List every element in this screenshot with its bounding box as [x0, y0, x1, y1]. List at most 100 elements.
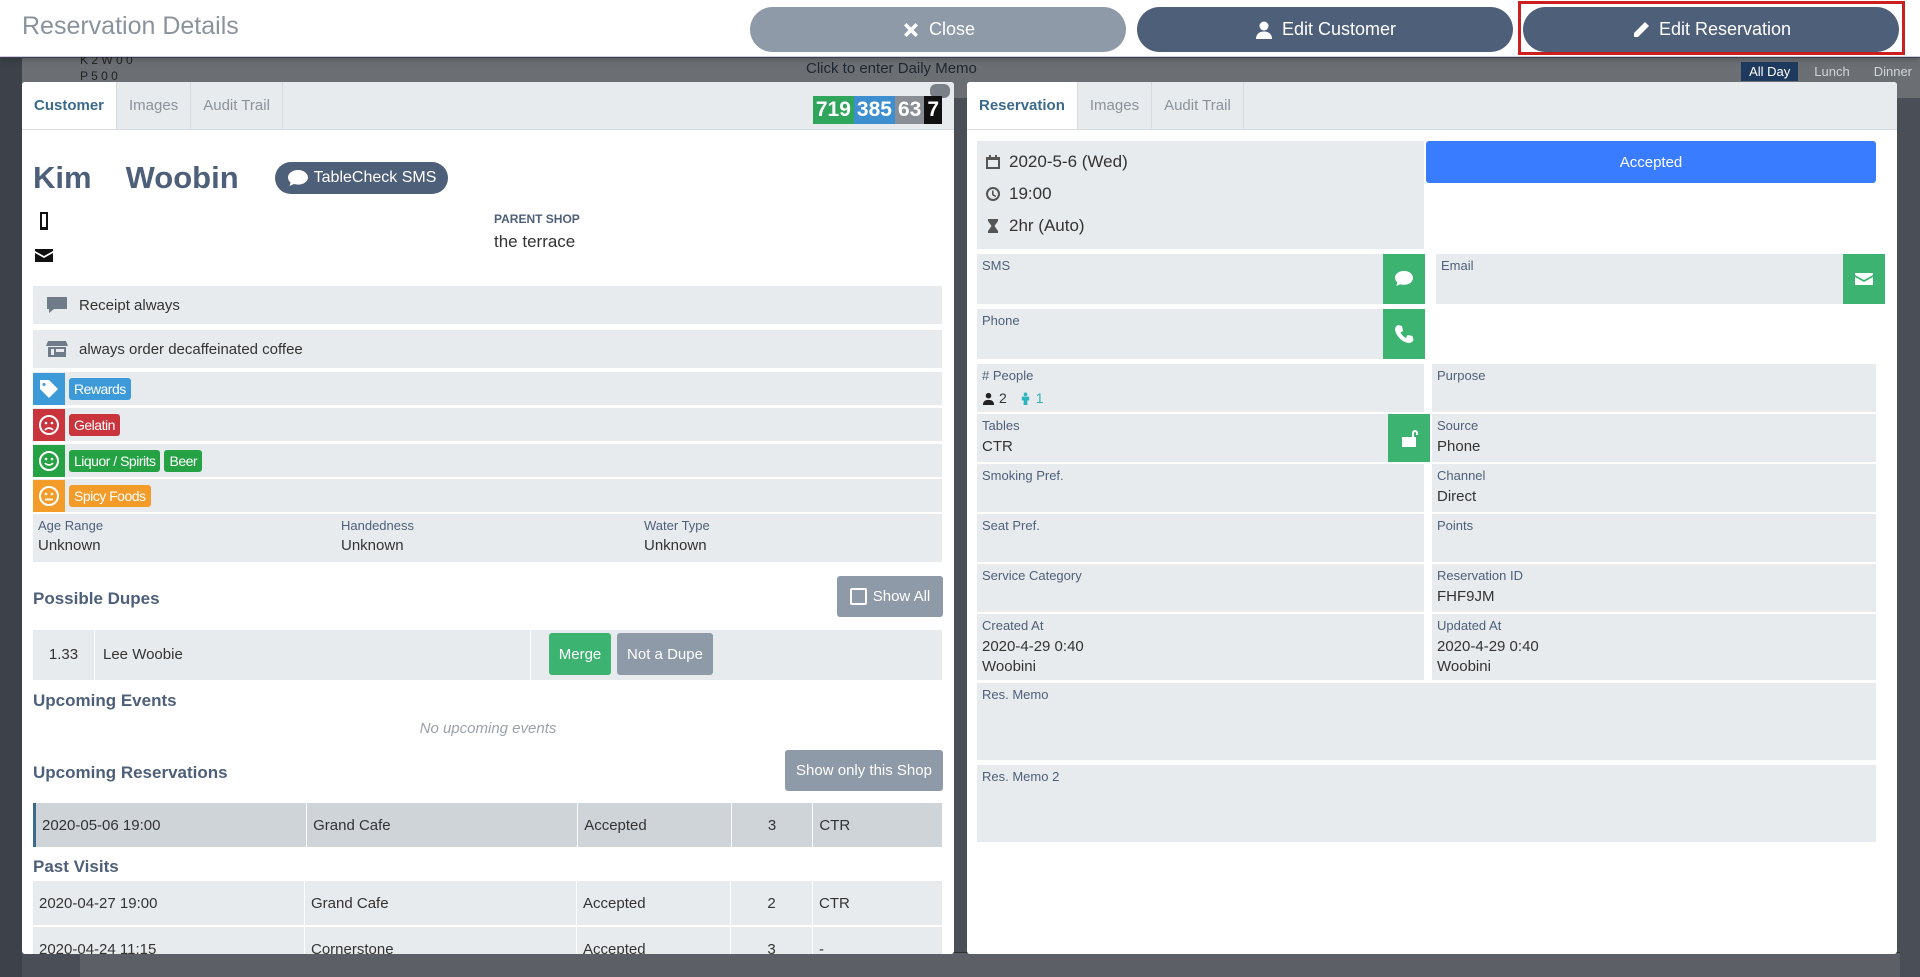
tab-customer-images[interactable]: Images [117, 82, 192, 129]
channel-field[interactable]: Channel Direct [1432, 464, 1876, 512]
reservation-id-field: Reservation ID FHF9JM [1432, 564, 1876, 612]
daily-memo-link[interactable]: Click to enter Daily Memo [806, 60, 977, 77]
merge-button[interactable]: Merge [549, 633, 611, 675]
lunch-button[interactable]: Lunch [1806, 62, 1857, 81]
dupe-row: 1.33 Lee Woobie Merge Not a Dupe [33, 630, 942, 680]
res-memo-2-field[interactable]: Res. Memo 2 [977, 765, 1876, 842]
tables-field[interactable]: Tables CTR [977, 414, 1424, 462]
comment-icon [45, 296, 69, 314]
seat-pref-field[interactable]: Seat Pref. [977, 514, 1424, 562]
duration-line: 2hr (Auto) [985, 216, 1085, 236]
reservation-tabs: Reservation Images Audit Trail [967, 82, 1897, 130]
edit-reservation-button[interactable]: Edit Reservation [1523, 7, 1899, 52]
close-button[interactable]: Close [750, 7, 1126, 52]
call-button[interactable] [1383, 309, 1425, 359]
service-category-field[interactable]: Service Category [977, 564, 1424, 612]
source-field[interactable]: Source Phone [1432, 414, 1876, 462]
clock-icon [986, 187, 1000, 201]
dinner-button[interactable]: Dinner [1866, 62, 1920, 81]
date-line: 2020-5-6 (Wed) [985, 152, 1128, 172]
customer-first-name: Kim [33, 160, 92, 195]
chat-icon [1395, 271, 1413, 286]
table-row[interactable]: 2020-04-24 11:15 Cornerstone Accepted 3 … [33, 927, 942, 954]
show-all-button[interactable]: Show All [837, 576, 943, 617]
frown-face-icon [33, 408, 65, 441]
tab-customer-audit-trail[interactable]: Audit Trail [191, 82, 283, 129]
tablecheck-sms-button[interactable]: TableCheck SMS [274, 162, 449, 194]
table-row[interactable]: 2020-04-27 19:00 Grand Cafe Accepted 2 C… [33, 881, 942, 925]
parent-shop-label: PARENT SHOP [494, 212, 580, 226]
tag-icon [33, 372, 65, 405]
adult-count: 2 [999, 390, 1007, 406]
phone-field[interactable]: Phone [977, 309, 1424, 359]
sms-field[interactable]: SMS [977, 254, 1424, 304]
close-button-label: Close [928, 19, 976, 39]
tag-spicy-foods[interactable]: Spicy Foods [69, 484, 151, 507]
not-a-dupe-button[interactable]: Not a Dupe [617, 633, 713, 675]
smile-face-icon [33, 444, 65, 477]
mobile-phone-icon [33, 210, 55, 232]
smoking-pref-field[interactable]: Smoking Pref. [977, 464, 1424, 512]
email-field[interactable]: Email [1436, 254, 1876, 304]
show-all-label: Show All [872, 588, 931, 605]
envelope-icon [33, 244, 55, 266]
shop-icon [45, 340, 69, 358]
show-only-this-shop-button[interactable]: Show only this Shop [785, 750, 943, 791]
neutral-face-icon [33, 479, 65, 512]
unlock-icon [1402, 430, 1418, 447]
all-day-button[interactable]: All Day [1741, 61, 1799, 81]
upcoming-reservations-title: Upcoming Reservations [33, 763, 228, 782]
past-visits-title: Past Visits [33, 857, 119, 876]
res-memo-field[interactable]: Res. Memo [977, 683, 1876, 760]
chat-icon [287, 170, 308, 186]
reservation-date: 2020-5-6 (Wed) [1009, 152, 1128, 171]
customer-score-bar: 719 385 63 7 [812, 96, 942, 124]
tab-reservation[interactable]: Reservation [967, 82, 1078, 129]
people-field[interactable]: # People 2 1 [977, 364, 1424, 412]
user-icon [1255, 21, 1272, 39]
note-text: always order decaffeinated coffee [79, 340, 303, 358]
edit-customer-button[interactable]: Edit Customer [1137, 7, 1513, 52]
hourglass-icon [988, 219, 998, 233]
edit-customer-label: Edit Customer [1281, 19, 1397, 39]
person-icon [982, 392, 995, 405]
envelope-icon [1855, 273, 1873, 285]
table-row[interactable]: 2020-05-06 19:00 Grand Cafe Accepted 3 C… [33, 803, 942, 847]
purpose-field[interactable]: Purpose [1432, 364, 1876, 412]
points-field[interactable]: Points [1432, 514, 1876, 562]
checkbox-icon [849, 588, 867, 605]
customer-attributes: Age Range Unknown Handedness Unknown Wat… [33, 514, 942, 562]
sms-send-button[interactable] [1383, 254, 1425, 304]
tag-liquor-spirits[interactable]: Liquor / Spirits [69, 449, 161, 472]
dupe-score: 1.33 [33, 630, 95, 680]
customer-name-row: Kim Woobin TableCheck SMS [33, 160, 449, 196]
time-line: 19:00 [985, 184, 1052, 204]
tab-reservation-audit-trail[interactable]: Audit Trail [1152, 82, 1244, 129]
upcoming-events-title: Upcoming Events [33, 691, 177, 710]
background-footer [80, 952, 1900, 977]
status-badge[interactable]: Accepted [1426, 141, 1876, 183]
tag-rewards[interactable]: Rewards [69, 377, 131, 400]
table-lock-button[interactable] [1388, 414, 1430, 462]
tag-gelatin[interactable]: Gelatin [69, 413, 120, 436]
attr-water-type: Water Type Unknown [644, 518, 710, 554]
sms-button-label: TableCheck SMS [313, 169, 437, 186]
tag-row-rewards: Rewards [33, 372, 942, 405]
possible-dupes-title: Possible Dupes [33, 589, 160, 608]
updated-at-field: Updated At 2020-4-29 0:40 Woobini [1432, 614, 1876, 680]
tab-reservation-images[interactable]: Images [1078, 82, 1153, 129]
reservation-duration: 2hr (Auto) [1009, 216, 1085, 235]
reservation-datetime[interactable]: 2020-5-6 (Wed) 19:00 2hr (Auto) [977, 141, 1424, 249]
tag-beer[interactable]: Beer [164, 449, 203, 472]
parent-shop-value: the terrace [494, 232, 576, 251]
dupe-name: Lee Woobie [95, 630, 531, 680]
customer-note-coffee: always order decaffeinated coffee [33, 330, 942, 368]
customer-note-receipt: Receipt always [33, 286, 942, 324]
people-count: 2 1 [982, 390, 1044, 406]
no-events-text: No upcoming events [419, 720, 557, 737]
score-rank: 7 [924, 96, 942, 124]
email-send-button[interactable] [1843, 254, 1885, 304]
child-count: 1 [1035, 390, 1044, 406]
tag-row-likes: Liquor / Spirits Beer [33, 444, 942, 477]
tab-customer[interactable]: Customer [22, 82, 118, 129]
